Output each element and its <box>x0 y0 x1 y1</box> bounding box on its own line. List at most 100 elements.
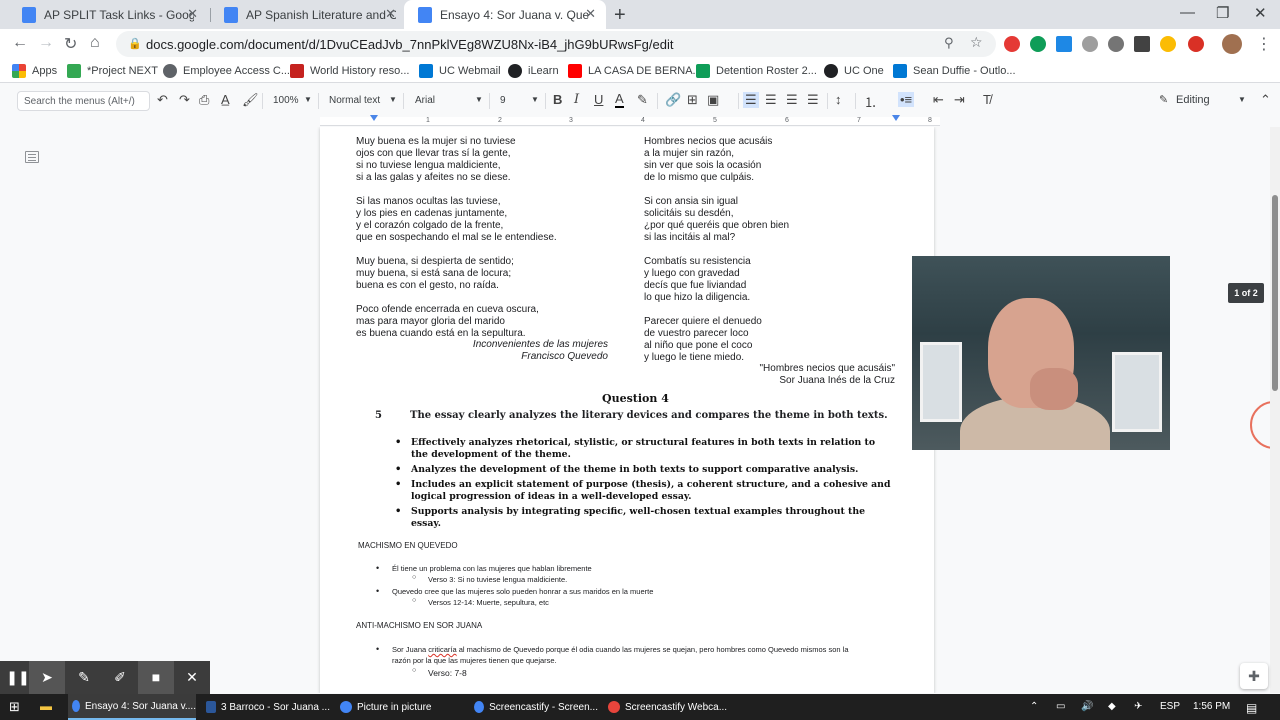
chevron-down-icon[interactable]: ▼ <box>1238 95 1246 104</box>
numbered-list-icon[interactable]: ⒈ <box>864 92 877 111</box>
notifications-icon[interactable]: ▤ <box>1246 701 1257 715</box>
text-color-icon[interactable]: A <box>615 92 624 108</box>
extension-icon[interactable] <box>1108 36 1124 52</box>
browser-tab-active[interactable]: Ensayo 4: Sor Juana v. Quevedo ✕ <box>404 0 606 29</box>
menu-search-input[interactable]: Search the menus (Alt+/) <box>17 91 150 111</box>
cursor-icon[interactable]: ➤ <box>29 661 65 694</box>
ruler[interactable]: 1 2 3 4 5 6 7 8 <box>320 115 940 126</box>
close-icon[interactable]: ✕ <box>174 661 210 694</box>
clear-formatting-icon[interactable]: T̸ <box>983 92 991 107</box>
pen-icon[interactable]: ✎ <box>66 661 102 694</box>
extension-icon[interactable] <box>1082 36 1098 52</box>
taskbar-item[interactable]: 3 Barroco - Sor Juana ... <box>202 694 330 720</box>
new-tab-icon[interactable]: + <box>614 4 626 27</box>
dropbox-icon[interactable]: ◆ <box>1108 701 1116 712</box>
chevron-down-icon[interactable]: ▼ <box>475 95 483 104</box>
highlight-icon[interactable]: ✎ <box>637 92 648 108</box>
taskbar-item[interactable]: Screencastify - Screen... <box>470 694 598 720</box>
spellcheck-icon[interactable]: A̲ <box>221 92 230 107</box>
browser-tab-1[interactable]: AP SPLIT Task Links - Google Doc ✕ <box>8 0 208 29</box>
paint-format-icon[interactable]: 🖌 <box>242 92 259 108</box>
back-icon[interactable]: ← <box>12 34 28 52</box>
font-size-select[interactable]: 9 <box>500 95 506 106</box>
comment-icon[interactable]: ⊞ <box>687 92 698 108</box>
increase-indent-icon[interactable]: ⇥ <box>954 92 965 108</box>
camera-icon[interactable]: ■ <box>138 661 174 694</box>
volume-icon[interactable]: 🔊 <box>1081 701 1093 712</box>
extension-icon[interactable] <box>1030 36 1046 52</box>
line-spacing-icon[interactable]: ↕ <box>835 92 842 107</box>
file-explorer-icon[interactable]: ▬ <box>40 699 52 713</box>
drive-icon[interactable] <box>1160 36 1176 52</box>
bookmark-item[interactable]: UC One <box>824 64 884 78</box>
taskbar-item[interactable]: Screencastify Webca... <box>604 694 732 720</box>
explore-icon[interactable]: ✚ <box>1240 663 1268 689</box>
webcam-overlay[interactable] <box>912 256 1170 450</box>
bookmark-item[interactable]: *Project NEXT <box>67 64 158 78</box>
close-icon[interactable]: ✕ <box>385 6 396 22</box>
window-close-icon[interactable]: ✕ <box>1254 4 1267 22</box>
input-language[interactable]: ESP <box>1160 701 1180 712</box>
image-icon[interactable]: ▣ <box>707 92 719 108</box>
zoom-search-icon[interactable]: ⚲ <box>944 35 954 51</box>
italic-icon[interactable]: I <box>574 92 579 107</box>
chevron-down-icon[interactable]: ▼ <box>389 95 397 104</box>
right-indent-marker-icon[interactable] <box>892 115 900 121</box>
menu-kebab-icon[interactable]: ⋮ <box>1256 34 1272 54</box>
battery-icon[interactable]: ▭ <box>1056 701 1065 712</box>
bold-icon[interactable]: B <box>553 92 562 107</box>
editing-mode-select[interactable]: Editing <box>1176 94 1210 106</box>
reload-icon[interactable]: ↻ <box>64 34 77 54</box>
chevron-down-icon[interactable]: ▼ <box>531 95 539 104</box>
chevron-down-icon[interactable]: ▼ <box>304 95 312 104</box>
indent-marker-icon[interactable] <box>370 115 378 121</box>
align-right-icon[interactable]: ☰ <box>786 92 798 108</box>
network-icon[interactable]: ✈ <box>1134 701 1142 712</box>
clock[interactable]: 1:56 PM <box>1193 701 1230 712</box>
extension-icon[interactable] <box>1004 36 1020 52</box>
bookmark-star-icon[interactable]: ☆ <box>970 34 983 51</box>
align-left-icon[interactable]: ☰ <box>743 92 759 108</box>
extension-icon[interactable] <box>1134 36 1150 52</box>
tray-chevron-up-icon[interactable]: ⌃ <box>1030 701 1038 712</box>
taskbar-item[interactable]: Picture in picture <box>336 694 464 720</box>
redo-icon[interactable]: ↷ <box>179 92 190 108</box>
bookmark-item[interactable]: Employee Access C... <box>163 64 290 78</box>
bookmark-item[interactable]: Sean Duffie - Outlo... <box>893 64 1016 78</box>
spellcheck-word[interactable]: criticaría <box>428 645 456 654</box>
document-page[interactable]: Muy buena es la mujer si no tuviese ojos … <box>320 127 934 693</box>
taskbar-item[interactable]: Ensayo 4: Sor Juana v.... <box>68 694 196 720</box>
address-bar[interactable]: 🔒 docs.google.com/document/d/1DvuCEadJvb… <box>116 31 996 57</box>
print-icon[interactable]: ⎙ <box>199 92 209 108</box>
highlighter-icon[interactable]: ✐ <box>102 661 138 694</box>
scrollbar-thumb[interactable] <box>1272 195 1278 391</box>
windows-start-icon[interactable]: ⊞ <box>9 699 20 715</box>
maximize-icon[interactable]: ❐ <box>1216 4 1229 22</box>
bookmark-item[interactable]: World History reso... <box>290 64 409 78</box>
forward-icon[interactable]: → <box>38 34 54 52</box>
document-outline-icon[interactable] <box>25 151 39 163</box>
underline-icon[interactable]: U <box>594 92 603 107</box>
bookmark-apps[interactable]: Apps <box>12 64 57 78</box>
home-icon[interactable]: ⌂ <box>90 34 100 52</box>
link-icon[interactable]: 🔗 <box>665 92 681 108</box>
align-justify-icon[interactable]: ☰ <box>807 92 819 108</box>
collapse-menu-icon[interactable]: ⌃ <box>1260 92 1271 108</box>
bookmark-item[interactable]: Detention Roster 2... <box>696 64 817 78</box>
bookmark-item[interactable]: UC Webmail <box>419 64 501 78</box>
bookmark-item[interactable]: LA CASA DE BERNA... <box>568 64 702 78</box>
decrease-indent-icon[interactable]: ⇤ <box>933 92 944 108</box>
bookmark-item[interactable]: iLearn <box>508 64 559 78</box>
align-center-icon[interactable]: ☰ <box>765 92 777 108</box>
undo-icon[interactable]: ↶ <box>157 92 168 108</box>
browser-tab-2[interactable]: AP Spanish Literature and Cultur ✕ <box>210 0 406 29</box>
vertical-scrollbar[interactable] <box>1270 127 1280 693</box>
close-icon[interactable]: ✕ <box>187 6 198 22</box>
avatar[interactable] <box>1222 34 1242 54</box>
zoom-select[interactable]: 100% <box>273 95 299 106</box>
extension-icon[interactable] <box>1056 36 1072 52</box>
font-select[interactable]: Arial <box>415 95 435 106</box>
extension-icon[interactable] <box>1188 36 1204 52</box>
minimize-icon[interactable]: — <box>1180 4 1195 21</box>
close-icon[interactable]: ✕ <box>585 6 596 22</box>
